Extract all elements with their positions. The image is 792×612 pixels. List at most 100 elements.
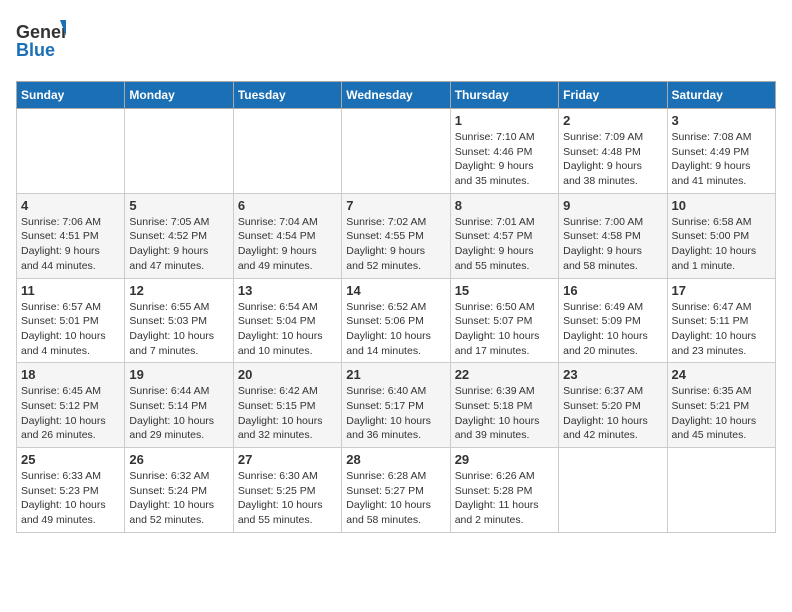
day-number: 28 bbox=[346, 452, 445, 467]
day-number: 7 bbox=[346, 198, 445, 213]
day-number: 14 bbox=[346, 283, 445, 298]
calendar-cell: 26Sunrise: 6:32 AM Sunset: 5:24 PM Dayli… bbox=[125, 448, 233, 533]
day-info: Sunrise: 7:10 AM Sunset: 4:46 PM Dayligh… bbox=[455, 130, 554, 189]
day-info: Sunrise: 7:06 AM Sunset: 4:51 PM Dayligh… bbox=[21, 215, 120, 274]
day-number: 1 bbox=[455, 113, 554, 128]
calendar-cell: 16 Sunrise: 6:49 AM Sunset: 5:09 PM Dayli… bbox=[559, 278, 667, 363]
day-info: Sunrise: 6:54 AM Sunset: 5:04 PM Dayligh… bbox=[238, 300, 337, 359]
day-number: 6 bbox=[238, 198, 337, 213]
day-info: Sunrise: 6:30 AM Sunset: 5:25 PM Dayligh… bbox=[238, 469, 337, 528]
day-number: 24 bbox=[672, 367, 771, 382]
calendar-cell: 19 Sunrise: 6:44 AM Sunset: 5:14 PM Dayli… bbox=[125, 363, 233, 448]
day-info: Sunrise: 6:28 AM Sunset: 5:27 PM Dayligh… bbox=[346, 469, 445, 528]
day-number: 12 bbox=[129, 283, 228, 298]
day-number: 5 bbox=[129, 198, 228, 213]
calendar-cell: 14Sunrise: 6:52 AM Sunset: 5:06 PM Dayli… bbox=[342, 278, 450, 363]
day-info: Sunrise: 6:37 AM Sunset: 5:20 PM Dayligh… bbox=[563, 384, 662, 443]
page-header: General Blue bbox=[16, 16, 776, 69]
calendar-cell: 10 Sunrise: 6:58 AM Sunset: 5:00 PM Dayli… bbox=[667, 193, 775, 278]
day-number: 18 bbox=[21, 367, 120, 382]
day-number: 10 bbox=[672, 198, 771, 213]
day-number: 2 bbox=[563, 113, 662, 128]
day-number: 20 bbox=[238, 367, 337, 382]
calendar-table: SundayMondayTuesdayWednesdayThursdayFrid… bbox=[16, 81, 776, 533]
calendar-cell: 6 Sunrise: 7:04 AM Sunset: 4:54 PM Daylig… bbox=[233, 193, 341, 278]
calendar-cell: 9 Sunrise: 7:00 AM Sunset: 4:58 PM Daylig… bbox=[559, 193, 667, 278]
calendar-cell bbox=[559, 448, 667, 533]
day-info: Sunrise: 6:58 AM Sunset: 5:00 PM Dayligh… bbox=[672, 215, 771, 274]
day-info: Sunrise: 7:08 AM Sunset: 4:49 PM Dayligh… bbox=[672, 130, 771, 189]
svg-text:Blue: Blue bbox=[16, 40, 55, 60]
day-number: 11 bbox=[21, 283, 120, 298]
calendar-cell: 23Sunrise: 6:37 AM Sunset: 5:20 PM Dayli… bbox=[559, 363, 667, 448]
day-info: Sunrise: 6:32 AM Sunset: 5:24 PM Dayligh… bbox=[129, 469, 228, 528]
calendar-cell: 4 Sunrise: 7:06 AM Sunset: 4:51 PM Daylig… bbox=[17, 193, 125, 278]
day-number: 9 bbox=[563, 198, 662, 213]
day-info: Sunrise: 7:00 AM Sunset: 4:58 PM Dayligh… bbox=[563, 215, 662, 274]
calendar-week-2: 4 Sunrise: 7:06 AM Sunset: 4:51 PM Daylig… bbox=[17, 193, 776, 278]
day-info: Sunrise: 6:40 AM Sunset: 5:17 PM Dayligh… bbox=[346, 384, 445, 443]
day-number: 25 bbox=[21, 452, 120, 467]
weekday-header-monday: Monday bbox=[125, 82, 233, 109]
day-number: 21 bbox=[346, 367, 445, 382]
weekday-header-sunday: Sunday bbox=[17, 82, 125, 109]
day-info: Sunrise: 7:02 AM Sunset: 4:55 PM Dayligh… bbox=[346, 215, 445, 274]
day-info: Sunrise: 6:45 AM Sunset: 5:12 PM Dayligh… bbox=[21, 384, 120, 443]
calendar-body: 1 Sunrise: 7:10 AM Sunset: 4:46 PM Daylig… bbox=[17, 109, 776, 533]
day-info: Sunrise: 7:04 AM Sunset: 4:54 PM Dayligh… bbox=[238, 215, 337, 274]
calendar-cell bbox=[17, 109, 125, 194]
calendar-week-3: 11 Sunrise: 6:57 AM Sunset: 5:01 PM Dayli… bbox=[17, 278, 776, 363]
calendar-cell bbox=[233, 109, 341, 194]
weekday-header-thursday: Thursday bbox=[450, 82, 558, 109]
day-number: 4 bbox=[21, 198, 120, 213]
calendar-cell: 11 Sunrise: 6:57 AM Sunset: 5:01 PM Dayli… bbox=[17, 278, 125, 363]
day-info: Sunrise: 6:35 AM Sunset: 5:21 PM Dayligh… bbox=[672, 384, 771, 443]
weekday-header-friday: Friday bbox=[559, 82, 667, 109]
day-number: 19 bbox=[129, 367, 228, 382]
calendar-cell: 25 Sunrise: 6:33 AM Sunset: 5:23 PM Dayli… bbox=[17, 448, 125, 533]
day-number: 16 bbox=[563, 283, 662, 298]
calendar-cell: 28 Sunrise: 6:28 AM Sunset: 5:27 PM Dayli… bbox=[342, 448, 450, 533]
day-info: Sunrise: 6:33 AM Sunset: 5:23 PM Dayligh… bbox=[21, 469, 120, 528]
calendar-cell: 21 Sunrise: 6:40 AM Sunset: 5:17 PM Dayli… bbox=[342, 363, 450, 448]
day-info: Sunrise: 6:49 AM Sunset: 5:09 PM Dayligh… bbox=[563, 300, 662, 359]
calendar-cell: 17 Sunrise: 6:47 AM Sunset: 5:11 PM Dayli… bbox=[667, 278, 775, 363]
calendar-cell bbox=[667, 448, 775, 533]
day-info: Sunrise: 6:50 AM Sunset: 5:07 PM Dayligh… bbox=[455, 300, 554, 359]
calendar-cell: 18 Sunrise: 6:45 AM Sunset: 5:12 PM Dayli… bbox=[17, 363, 125, 448]
day-info: Sunrise: 6:47 AM Sunset: 5:11 PM Dayligh… bbox=[672, 300, 771, 359]
day-number: 17 bbox=[672, 283, 771, 298]
calendar-cell: 20 Sunrise: 6:42 AM Sunset: 5:15 PM Dayli… bbox=[233, 363, 341, 448]
calendar-cell bbox=[125, 109, 233, 194]
logo: General Blue bbox=[16, 16, 66, 69]
calendar-cell: 1 Sunrise: 7:10 AM Sunset: 4:46 PM Daylig… bbox=[450, 109, 558, 194]
day-number: 29 bbox=[455, 452, 554, 467]
calendar-week-5: 25 Sunrise: 6:33 AM Sunset: 5:23 PM Dayli… bbox=[17, 448, 776, 533]
calendar-cell: 15 Sunrise: 6:50 AM Sunset: 5:07 PM Dayli… bbox=[450, 278, 558, 363]
calendar-cell: 24 Sunrise: 6:35 AM Sunset: 5:21 PM Dayli… bbox=[667, 363, 775, 448]
day-info: Sunrise: 6:44 AM Sunset: 5:14 PM Dayligh… bbox=[129, 384, 228, 443]
weekday-header-saturday: Saturday bbox=[667, 82, 775, 109]
calendar-cell: 13 Sunrise: 6:54 AM Sunset: 5:04 PM Dayli… bbox=[233, 278, 341, 363]
calendar-cell: 29Sunrise: 6:26 AM Sunset: 5:28 PM Dayli… bbox=[450, 448, 558, 533]
logo-icon: General Blue bbox=[16, 16, 66, 64]
day-number: 8 bbox=[455, 198, 554, 213]
calendar-cell bbox=[342, 109, 450, 194]
weekday-header-wednesday: Wednesday bbox=[342, 82, 450, 109]
day-number: 27 bbox=[238, 452, 337, 467]
day-info: Sunrise: 6:42 AM Sunset: 5:15 PM Dayligh… bbox=[238, 384, 337, 443]
day-info: Sunrise: 7:05 AM Sunset: 4:52 PM Dayligh… bbox=[129, 215, 228, 274]
day-info: Sunrise: 6:39 AM Sunset: 5:18 PM Dayligh… bbox=[455, 384, 554, 443]
calendar-cell: 8Sunrise: 7:01 AM Sunset: 4:57 PM Daylig… bbox=[450, 193, 558, 278]
calendar-cell: 5 Sunrise: 7:05 AM Sunset: 4:52 PM Daylig… bbox=[125, 193, 233, 278]
calendar-cell: 12 Sunrise: 6:55 AM Sunset: 5:03 PM Dayli… bbox=[125, 278, 233, 363]
day-info: Sunrise: 6:57 AM Sunset: 5:01 PM Dayligh… bbox=[21, 300, 120, 359]
day-number: 15 bbox=[455, 283, 554, 298]
calendar-cell: 2Sunrise: 7:09 AM Sunset: 4:48 PM Daylig… bbox=[559, 109, 667, 194]
day-info: Sunrise: 6:55 AM Sunset: 5:03 PM Dayligh… bbox=[129, 300, 228, 359]
weekday-header-row: SundayMondayTuesdayWednesdayThursdayFrid… bbox=[17, 82, 776, 109]
calendar-week-1: 1 Sunrise: 7:10 AM Sunset: 4:46 PM Daylig… bbox=[17, 109, 776, 194]
calendar-cell: 3Sunrise: 7:08 AM Sunset: 4:49 PM Daylig… bbox=[667, 109, 775, 194]
day-number: 13 bbox=[238, 283, 337, 298]
svg-text:General: General bbox=[16, 22, 66, 42]
